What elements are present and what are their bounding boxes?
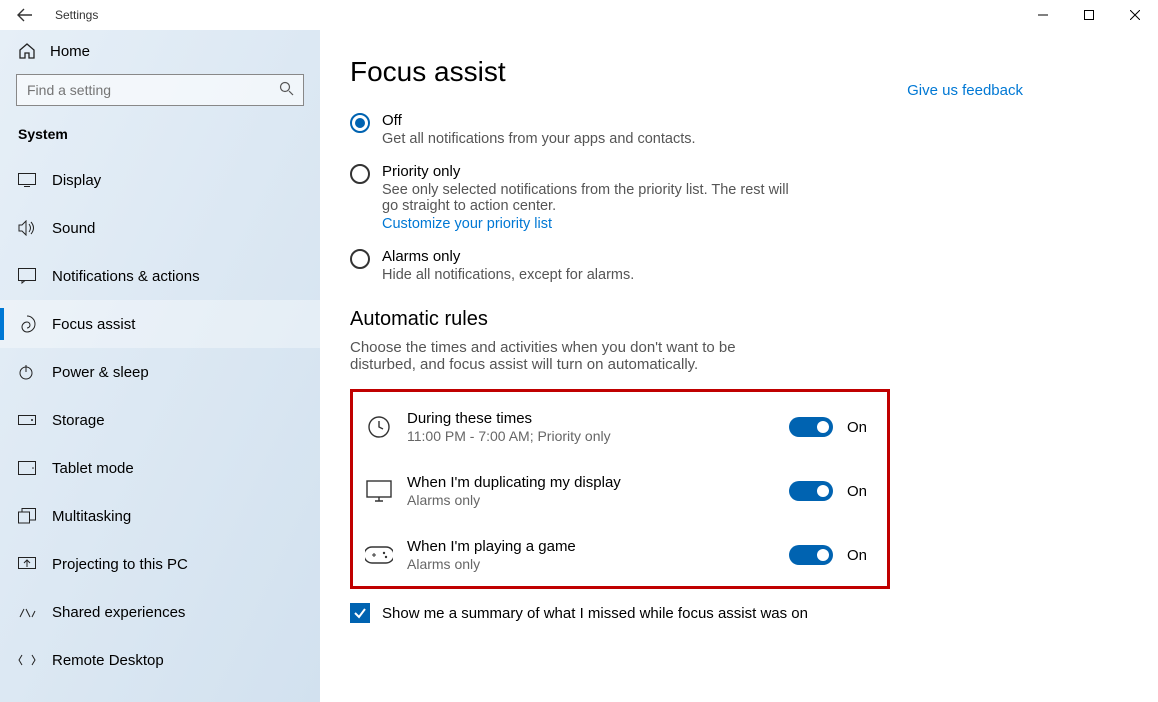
sidebar-item-label: Remote Desktop <box>52 652 164 669</box>
monitor-icon <box>365 477 393 505</box>
sidebar-item-sound[interactable]: Sound <box>0 204 320 252</box>
sidebar-item-label: Power & sleep <box>52 364 149 381</box>
sidebar-item-label: Sound <box>52 220 95 237</box>
rule-sub: Alarms only <box>407 492 779 508</box>
radio-option-alarms[interactable]: Alarms only Hide all notifications, exce… <box>350 248 890 283</box>
minimize-icon <box>1038 10 1048 20</box>
summary-checkbox-row[interactable]: Show me a summary of what I missed while… <box>350 603 910 623</box>
sidebar-item-focus-assist[interactable]: Focus assist <box>0 300 320 348</box>
sidebar-item-label: Storage <box>52 412 105 429</box>
clock-icon <box>365 413 393 441</box>
feedback-link[interactable]: Give us feedback <box>907 82 1023 99</box>
focus-assist-icon <box>18 315 40 333</box>
rule-title: When I'm playing a game <box>407 538 779 555</box>
sidebar-item-power[interactable]: Power & sleep <box>0 348 320 396</box>
sidebar-item-display[interactable]: Display <box>0 156 320 204</box>
sidebar-item-multitasking[interactable]: Multitasking <box>0 492 320 540</box>
focus-assist-radio-group: Off Get all notifications from your apps… <box>350 112 890 283</box>
toggle-label: On <box>847 483 875 500</box>
main-content: Focus assist Give us feedback Off Get al… <box>320 30 1158 702</box>
projecting-icon <box>18 557 40 571</box>
sidebar-item-shared[interactable]: Shared experiences <box>0 588 320 636</box>
remote-icon <box>18 653 40 667</box>
home-icon <box>18 42 40 60</box>
sidebar-item-label: Focus assist <box>52 316 135 333</box>
toggle-duplicating-display[interactable] <box>789 481 833 501</box>
customize-priority-link[interactable]: Customize your priority list <box>382 216 802 232</box>
storage-icon <box>18 415 40 425</box>
toggle-label: On <box>847 419 875 436</box>
window-title: Settings <box>55 8 98 22</box>
back-button[interactable] <box>5 7 45 23</box>
sidebar-item-label: Display <box>52 172 101 189</box>
sidebar-category: System <box>0 120 320 156</box>
search-input[interactable] <box>16 74 304 106</box>
sidebar-home-label: Home <box>50 43 90 60</box>
radio-option-priority[interactable]: Priority only See only selected notifica… <box>350 163 890 232</box>
radio-option-off[interactable]: Off Get all notifications from your apps… <box>350 112 890 147</box>
sidebar-item-notifications[interactable]: Notifications & actions <box>0 252 320 300</box>
sidebar-item-label: Shared experiences <box>52 604 185 621</box>
rule-title: During these times <box>407 410 779 427</box>
check-icon <box>353 606 367 620</box>
sidebar-item-label: Projecting to this PC <box>52 556 188 573</box>
minimize-button[interactable] <box>1020 0 1066 30</box>
sidebar-item-label: Multitasking <box>52 508 131 525</box>
radio-label: Off <box>382 112 696 129</box>
multitasking-icon <box>18 508 40 524</box>
radio-button-alarms[interactable] <box>350 249 370 269</box>
rule-during-times[interactable]: During these times 11:00 PM - 7:00 AM; P… <box>363 400 877 454</box>
back-arrow-icon <box>17 7 33 23</box>
radio-button-priority[interactable] <box>350 164 370 184</box>
rule-playing-game[interactable]: When I'm playing a game Alarms only On <box>363 528 877 582</box>
radio-button-off[interactable] <box>350 113 370 133</box>
toggle-label: On <box>847 547 875 564</box>
notifications-icon <box>18 268 40 284</box>
sidebar-item-tablet[interactable]: Tablet mode <box>0 444 320 492</box>
gamepad-icon <box>365 541 393 569</box>
sidebar-item-remote[interactable]: Remote Desktop <box>0 636 320 684</box>
sidebar-item-label: Tablet mode <box>52 460 134 477</box>
tablet-icon <box>18 461 40 475</box>
titlebar: Settings <box>0 0 1158 30</box>
sidebar-nav: Display Sound Notifications & actions Fo… <box>0 156 320 684</box>
rule-title: When I'm duplicating my display <box>407 474 779 491</box>
shared-icon <box>18 605 40 619</box>
sidebar-item-projecting[interactable]: Projecting to this PC <box>0 540 320 588</box>
power-icon <box>18 364 40 380</box>
rule-sub: 11:00 PM - 7:00 AM; Priority only <box>407 428 779 444</box>
automatic-rules-desc: Choose the times and activities when you… <box>350 339 800 373</box>
sound-icon <box>18 220 40 236</box>
radio-label: Alarms only <box>382 248 634 265</box>
rules-highlight-box: During these times 11:00 PM - 7:00 AM; P… <box>350 389 890 589</box>
radio-desc: See only selected notifications from the… <box>382 182 802 214</box>
toggle-during-times[interactable] <box>789 417 833 437</box>
maximize-button[interactable] <box>1066 0 1112 30</box>
sidebar-item-label: Notifications & actions <box>52 268 200 285</box>
maximize-icon <box>1084 10 1094 20</box>
rule-sub: Alarms only <box>407 556 779 572</box>
toggle-playing-game[interactable] <box>789 545 833 565</box>
close-icon <box>1130 10 1140 20</box>
sidebar: Home System Display Sound Notifications … <box>0 30 320 702</box>
summary-checkbox-label: Show me a summary of what I missed while… <box>382 605 808 622</box>
summary-checkbox[interactable] <box>350 603 370 623</box>
radio-desc: Hide all notifications, except for alarm… <box>382 267 634 283</box>
sidebar-item-storage[interactable]: Storage <box>0 396 320 444</box>
sidebar-home[interactable]: Home <box>0 30 320 72</box>
rule-duplicating-display[interactable]: When I'm duplicating my display Alarms o… <box>363 464 877 518</box>
display-icon <box>18 173 40 187</box>
automatic-rules-title: Automatic rules <box>350 308 1128 331</box>
radio-desc: Get all notifications from your apps and… <box>382 131 696 147</box>
radio-label: Priority only <box>382 163 802 180</box>
close-button[interactable] <box>1112 0 1158 30</box>
